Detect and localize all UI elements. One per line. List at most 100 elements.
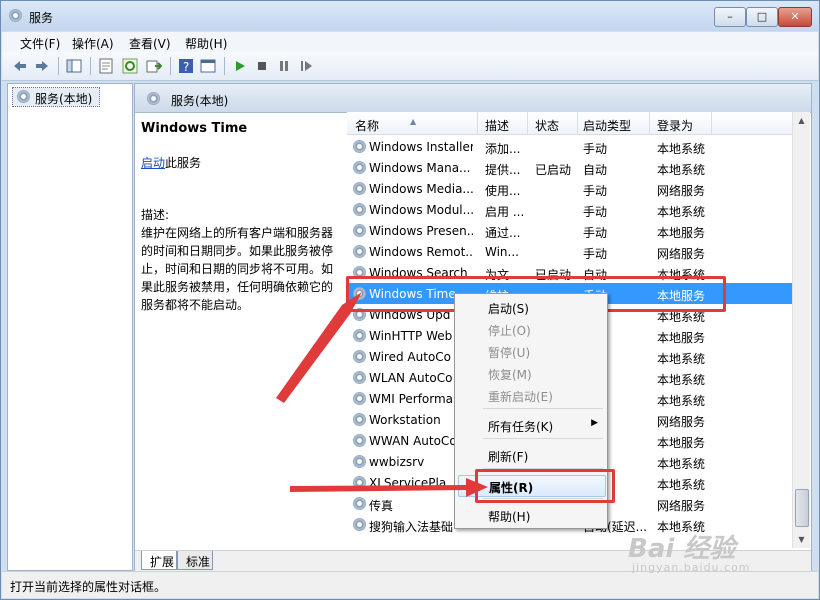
service-gear-icon <box>353 140 366 153</box>
table-row[interactable]: Windows Media... 使用... 手动 网络服务 <box>347 178 797 199</box>
watermark-url: jingyan.baidu.com <box>632 561 751 574</box>
column-header-row: ▲ 名称 描述 状态 启动类型 登录为 <box>347 112 797 135</box>
back-icon[interactable] <box>12 58 28 74</box>
cell-logon: 网络服务 <box>657 415 706 429</box>
cell-logon: 本地系统 <box>657 457 706 471</box>
close-button[interactable]: ✕ <box>778 7 812 27</box>
toolbar-separator <box>58 57 59 75</box>
table-row[interactable]: Windows Mana... 提供... 已启动 自动 本地系统 <box>347 157 797 178</box>
show-hide-tree-icon[interactable] <box>66 58 82 74</box>
column-header-name[interactable]: 名称 <box>355 117 379 134</box>
service-gear-icon <box>353 203 366 216</box>
table-row[interactable]: Windows Modul... 启用 ... 手动 本地系统 <box>347 199 797 220</box>
cell-start: 手动 <box>583 184 608 198</box>
cell-desc: 通过... <box>485 226 521 240</box>
service-action: 启动此服务 <box>141 154 201 172</box>
cell-logon: 网络服务 <box>657 184 706 198</box>
service-gear-icon <box>353 371 366 384</box>
menu-file[interactable]: 文件(F) <box>20 35 60 52</box>
menu-item-all-tasks[interactable]: 所有任务(K) ▶ <box>458 415 604 435</box>
scroll-up-icon[interactable]: ▲ <box>793 112 810 129</box>
column-divider[interactable] <box>577 112 578 134</box>
column-header-status[interactable]: 状态 <box>535 117 559 134</box>
title-bar[interactable]: 服务 – □ ✕ <box>1 1 819 31</box>
menu-item-all-tasks-label: 所有任务(K) <box>488 420 554 434</box>
tab-standard[interactable]: 标准 <box>177 551 213 570</box>
stop-service-icon[interactable] <box>254 58 270 74</box>
table-row[interactable]: Windows Presen... 通过... 手动 本地服务 <box>347 220 797 241</box>
column-divider[interactable] <box>527 112 528 134</box>
cell-logon: 本地系统 <box>657 373 706 387</box>
menu-item-refresh-label: 刷新(F) <box>488 450 529 464</box>
column-divider[interactable] <box>711 112 712 134</box>
cell-name: Windows Media... <box>369 182 473 196</box>
tab-extended-label: 扩展 <box>150 555 175 569</box>
menu-item-start[interactable]: 启动(S) <box>458 297 604 317</box>
maximize-icon: □ <box>756 10 768 23</box>
cell-desc: 提供... <box>485 163 521 177</box>
cell-logon: 本地系统 <box>657 142 706 156</box>
menu-item-restart-label: 重新启动(E) <box>488 390 553 404</box>
menu-item-resume[interactable]: 恢复(M) <box>458 363 604 383</box>
status-text: 打开当前选择的属性对话框。 <box>10 580 167 594</box>
column-header-startup-type[interactable]: 启动类型 <box>583 117 631 134</box>
cell-logon: 本地系统 <box>657 352 706 366</box>
start-service-icon[interactable] <box>232 58 248 74</box>
tree-item-label: 服务(本地) <box>35 92 93 106</box>
column-divider[interactable] <box>649 112 650 134</box>
forward-icon[interactable] <box>34 58 50 74</box>
menu-action[interactable]: 操作(A) <box>72 35 114 52</box>
cell-logon: 本地系统 <box>657 205 706 219</box>
menu-item-refresh[interactable]: 刷新(F) <box>458 445 604 465</box>
sort-ascending-icon: ▲ <box>410 117 417 126</box>
service-gear-icon <box>353 497 366 510</box>
table-row[interactable]: Windows Installer 添加... 手动 本地系统 <box>347 136 797 157</box>
cell-logon: 本地服务 <box>657 331 706 345</box>
properties-icon[interactable] <box>98 58 114 74</box>
pause-service-icon[interactable] <box>276 58 292 74</box>
help-icon[interactable]: ? <box>178 58 194 74</box>
menu-item-start-label: 启动(S) <box>488 302 529 316</box>
services-gear-icon <box>147 92 160 105</box>
refresh-icon[interactable] <box>122 58 138 74</box>
menu-item-help[interactable]: 帮助(H) <box>458 505 604 525</box>
minimize-button[interactable]: – <box>714 7 746 27</box>
maximize-button[interactable]: □ <box>746 7 778 27</box>
cell-start: 手动 <box>583 205 608 219</box>
cell-status: 已启动 <box>535 163 572 177</box>
menu-help[interactable]: 帮助(H) <box>185 35 227 52</box>
cell-start: 自动 <box>583 163 608 177</box>
tree-item-services-local[interactable]: 服务(本地) <box>12 87 100 107</box>
cell-logon: 本地系统 <box>657 478 706 492</box>
pane-title: 服务(本地) <box>171 94 229 108</box>
menu-separator <box>483 438 603 439</box>
service-gear-icon <box>353 518 366 531</box>
menu-view[interactable]: 查看(V) <box>129 35 171 52</box>
cell-desc: 启用 ... <box>485 205 525 219</box>
table-row[interactable]: Windows Remot... Win... 手动 网络服务 <box>347 241 797 262</box>
start-service-link[interactable]: 启动 <box>141 156 165 170</box>
tab-extended[interactable]: 扩展 <box>141 551 177 570</box>
resume-service-icon[interactable] <box>298 58 314 74</box>
close-icon: ✕ <box>790 10 800 23</box>
column-divider[interactable] <box>477 112 478 134</box>
scroll-down-icon[interactable]: ▼ <box>793 531 810 548</box>
service-gear-icon <box>353 434 366 447</box>
toolbar-separator <box>224 57 225 75</box>
vertical-scrollbar[interactable]: ▲ ▼ <box>792 112 810 548</box>
service-gear-icon <box>353 182 366 195</box>
column-header-description[interactable]: 描述 <box>485 117 509 134</box>
service-name-heading: Windows Time <box>141 121 248 136</box>
cell-logon: 本地服务 <box>657 436 706 450</box>
scroll-thumb[interactable] <box>795 489 809 527</box>
column-header-logon-as[interactable]: 登录为 <box>657 117 693 134</box>
services-gear-icon <box>17 90 30 103</box>
watermark-logo: Bai 经验 <box>628 534 736 564</box>
export-icon[interactable] <box>146 58 162 74</box>
service-gear-icon <box>353 455 366 468</box>
menu-item-stop-label: 停止(O) <box>488 324 531 338</box>
menu-item-restart[interactable]: 重新启动(E) <box>458 385 604 405</box>
menu-item-pause[interactable]: 暂停(U) <box>458 341 604 361</box>
console-icon[interactable] <box>200 58 216 74</box>
menu-item-stop[interactable]: 停止(O) <box>458 319 604 339</box>
